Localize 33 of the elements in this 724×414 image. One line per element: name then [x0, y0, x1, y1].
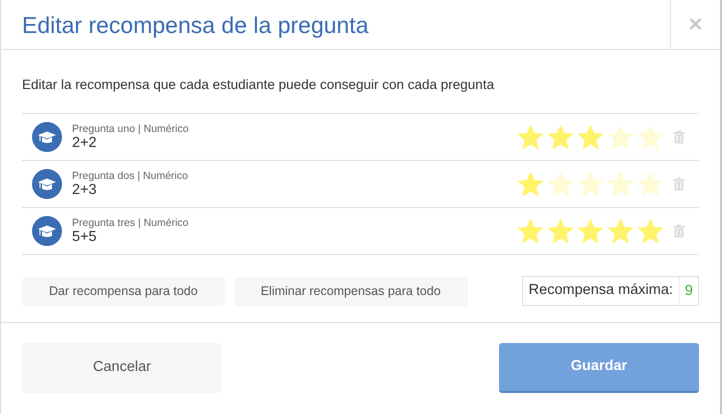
- star-icon[interactable]: [576, 123, 605, 152]
- question-text: 2+2: [72, 134, 98, 152]
- graduation-cap-icon: [32, 216, 62, 246]
- action-button[interactable]: Eliminar recompensas para todo: [234, 276, 468, 306]
- question-text: 5+5: [72, 228, 98, 246]
- star-icon[interactable]: [606, 170, 635, 198]
- star-icon[interactable]: [546, 217, 575, 246]
- star-icon[interactable]: [546, 123, 575, 152]
- dialog-title: Editar recompensa de la pregunta: [21, 11, 370, 40]
- description-text: Editar la recompensa que cada estudiante puede conseguir con cada pregunta: [22, 76, 496, 94]
- star-icon[interactable]: [546, 170, 575, 198]
- trash-icon[interactable]: [673, 224, 685, 238]
- cancel-button[interactable]: Cancelar: [22, 343, 222, 393]
- star-icon[interactable]: [576, 170, 605, 198]
- question-label: Pregunta uno | Numérico: [72, 122, 189, 135]
- trash-icon[interactable]: [673, 177, 685, 192]
- graduation-cap-icon: [32, 169, 62, 200]
- question-text: 2+3: [72, 182, 98, 199]
- star-icon[interactable]: [606, 123, 635, 152]
- question-label: Pregunta tres | Numérico: [72, 216, 189, 229]
- star-icon[interactable]: [636, 170, 665, 198]
- star-icon[interactable]: [606, 217, 635, 246]
- graduation-cap-icon: [32, 122, 62, 152]
- star-icon[interactable]: [636, 123, 665, 152]
- star-icon[interactable]: [576, 217, 605, 246]
- star-icon[interactable]: [636, 217, 665, 246]
- question-label: Pregunta dos | Numérico: [72, 170, 188, 182]
- max-reward-field[interactable]: Recompensa máxima: 9: [522, 276, 699, 306]
- star-icon[interactable]: [516, 170, 545, 198]
- action-button[interactable]: Dar recompensa para todo: [22, 276, 225, 306]
- star-icon[interactable]: [516, 123, 545, 152]
- star-icon[interactable]: [516, 217, 545, 246]
- trash-icon[interactable]: [673, 130, 685, 144]
